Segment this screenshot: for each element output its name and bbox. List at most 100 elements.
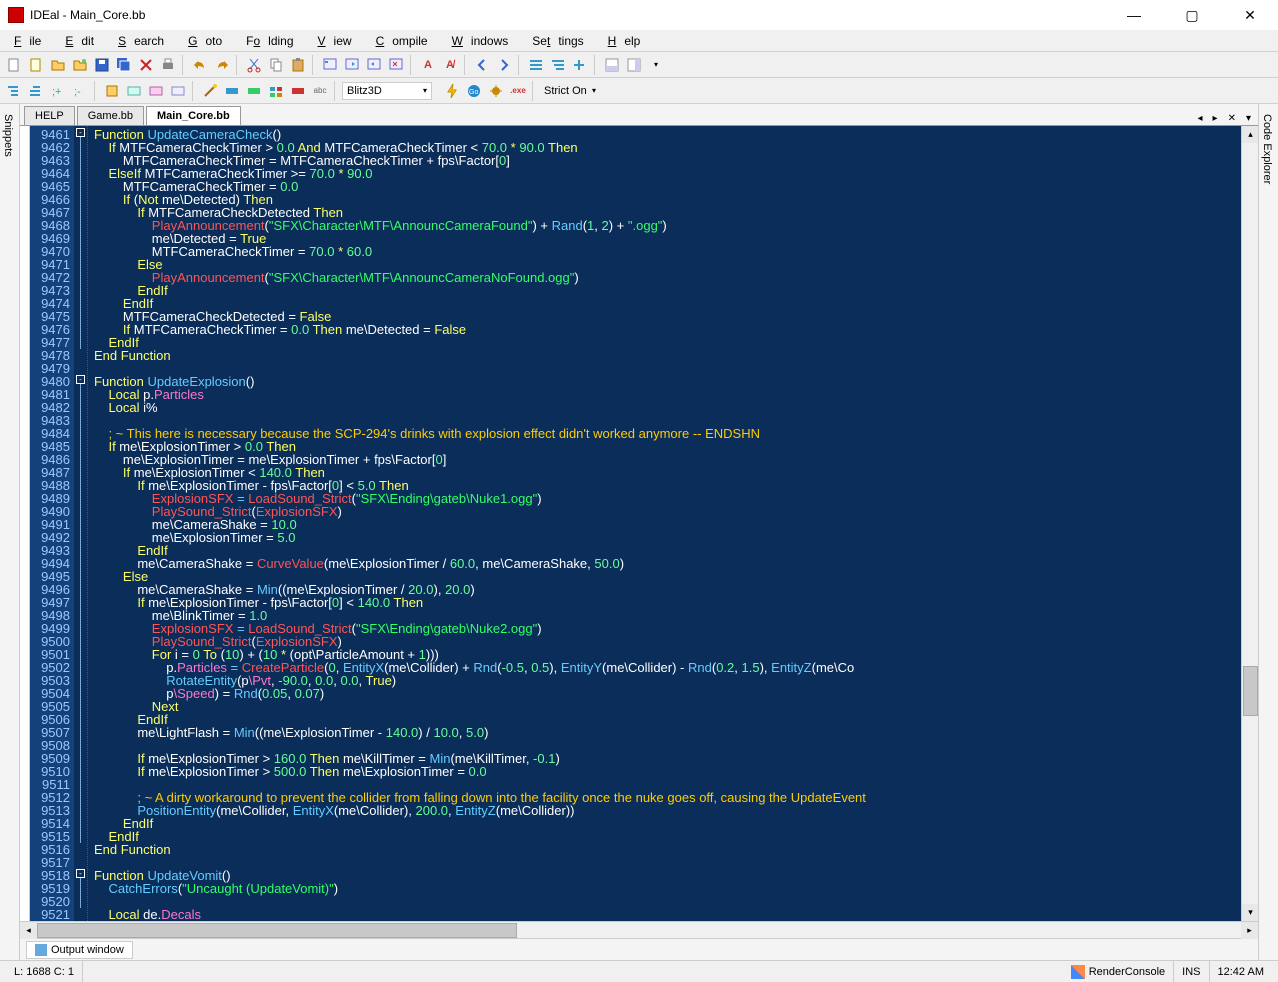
line-number-gutter: 9461 9462 9463 9464 9465 9466 9467 9468 … <box>30 126 74 921</box>
menu-file[interactable]: File <box>6 32 57 50</box>
unfold-all-icon[interactable] <box>548 55 568 75</box>
status-insert-mode: INS <box>1174 961 1209 982</box>
proc-icon <box>1071 965 1085 979</box>
compiler-select[interactable]: Blitz3D ▾ <box>342 82 432 100</box>
tab-help[interactable]: HELP <box>24 106 75 125</box>
keyword-blue-icon[interactable] <box>222 81 242 101</box>
tab-game[interactable]: Game.bb <box>77 106 144 125</box>
undo-icon[interactable] <box>190 55 210 75</box>
scroll-down-icon[interactable]: ▾ <box>1242 904 1258 921</box>
chevron-down-icon: ▾ <box>423 86 427 95</box>
fold-toggle-box[interactable]: - <box>76 128 85 137</box>
menu-bar: File Edit Search Goto Folding View Compi… <box>0 30 1278 52</box>
menu-folding[interactable]: Folding <box>238 32 309 50</box>
panel-side-icon[interactable] <box>624 55 644 75</box>
menu-settings[interactable]: Settings <box>524 32 599 50</box>
menu-goto[interactable]: Goto <box>180 32 238 50</box>
output-panel-icon <box>35 944 47 956</box>
vertical-scrollbar[interactable]: ▴ ▾ <box>1241 126 1258 921</box>
bookmark-toggle-icon[interactable] <box>320 55 340 75</box>
close-button[interactable]: ✕ <box>1230 3 1270 27</box>
tab-close-icon[interactable]: ✕ <box>1225 112 1239 125</box>
code-editor[interactable]: 9461 9462 9463 9464 9465 9466 9467 9468 … <box>20 126 1258 921</box>
debug-icon[interactable] <box>486 81 506 101</box>
compiler-select-label: Blitz3D <box>347 85 382 97</box>
redo-icon[interactable] <box>212 55 232 75</box>
exe-icon[interactable]: .exe <box>508 81 528 101</box>
svg-text:Go: Go <box>469 89 478 96</box>
tab-next-icon[interactable]: ▸ <box>1210 112 1221 125</box>
tab-prev-icon[interactable]: ◂ <box>1195 112 1206 125</box>
indent-icon[interactable] <box>4 81 24 101</box>
save-all-icon[interactable] <box>114 55 134 75</box>
paste-icon[interactable] <box>288 55 308 75</box>
block-4-icon[interactable] <box>168 81 188 101</box>
bookmark-next-icon[interactable] <box>342 55 362 75</box>
new-file-icon[interactable] <box>4 55 24 75</box>
menu-windows[interactable]: Windows <box>444 32 525 50</box>
side-panel-right[interactable]: Code Explorer <box>1258 104 1278 960</box>
fold-column[interactable]: - - - <box>74 126 88 921</box>
new-project-icon[interactable] <box>26 55 46 75</box>
print-icon[interactable] <box>158 55 178 75</box>
bookmark-clear-icon[interactable] <box>386 55 406 75</box>
find-icon[interactable]: A <box>418 55 438 75</box>
fold-toggle-box[interactable]: - <box>76 375 85 384</box>
keyword-green-icon[interactable] <box>244 81 264 101</box>
block-1-icon[interactable] <box>102 81 122 101</box>
vscroll-thumb[interactable] <box>1243 666 1258 716</box>
keyword-local-icon[interactable] <box>288 81 308 101</box>
hscroll-thumb[interactable] <box>37 923 517 938</box>
bookmark-prev-icon[interactable] <box>364 55 384 75</box>
menu-view[interactable]: View <box>310 32 368 50</box>
fold-toggle-box[interactable]: - <box>76 869 85 878</box>
panel-arrow-icon[interactable]: ▾ <box>646 55 666 75</box>
scroll-right-icon[interactable]: ▸ <box>1241 922 1258 939</box>
menu-edit[interactable]: Edit <box>57 32 110 50</box>
comment-icon[interactable]: ;+ <box>48 81 68 101</box>
open-project-icon[interactable] <box>70 55 90 75</box>
jump-prev-icon[interactable] <box>472 55 492 75</box>
title-bar: IDEal - Main_Core.bb — ▢ ✕ <box>0 0 1278 30</box>
copy-icon[interactable] <box>266 55 286 75</box>
fold-all-icon[interactable] <box>526 55 546 75</box>
side-panel-left[interactable]: Snippets <box>0 104 20 960</box>
code-body[interactable]: Function UpdateCameraCheck() If MTFCamer… <box>88 126 1241 921</box>
jump-next-icon[interactable] <box>494 55 514 75</box>
replace-icon[interactable]: A̸ <box>440 55 460 75</box>
maximize-button[interactable]: ▢ <box>1172 3 1212 27</box>
open-icon[interactable] <box>48 55 68 75</box>
output-window-label: Output window <box>51 944 124 956</box>
minimize-button[interactable]: — <box>1114 3 1154 27</box>
cut-icon[interactable] <box>244 55 264 75</box>
strict-toggle[interactable]: Strict On ▾ <box>540 82 600 100</box>
horizontal-scrollbar[interactable]: ◂ ▸ <box>20 921 1258 938</box>
panel-output-icon[interactable] <box>602 55 622 75</box>
tab-main-core[interactable]: Main_Core.bb <box>146 106 241 125</box>
scroll-up-icon[interactable]: ▴ <box>1242 126 1258 143</box>
save-icon[interactable] <box>92 55 112 75</box>
run-lightning-icon[interactable] <box>442 81 462 101</box>
keyword-abc-icon[interactable]: abc <box>310 81 330 101</box>
tab-list-icon[interactable]: ▾ <box>1243 112 1254 125</box>
wand-icon[interactable] <box>200 81 220 101</box>
close-file-icon[interactable] <box>136 55 156 75</box>
keyword-types-icon[interactable] <box>266 81 286 101</box>
run-go-icon[interactable]: Go <box>464 81 484 101</box>
outdent-icon[interactable] <box>26 81 46 101</box>
uncomment-icon[interactable]: ;- <box>70 81 90 101</box>
status-clock: 12:42 AM <box>1210 961 1272 982</box>
menu-help[interactable]: Help <box>600 32 657 50</box>
app-icon <box>8 7 24 23</box>
svg-text:;+: ;+ <box>52 86 61 98</box>
output-window-tab[interactable]: Output window <box>26 941 133 959</box>
editor-tabs: HELP Game.bb Main_Core.bb ◂ ▸ ✕ ▾ <box>20 104 1258 126</box>
scroll-left-icon[interactable]: ◂ <box>20 922 37 939</box>
block-3-icon[interactable] <box>146 81 166 101</box>
window-controls: — ▢ ✕ <box>1114 3 1270 27</box>
status-current-proc: RenderConsole <box>1063 961 1174 982</box>
block-2-icon[interactable] <box>124 81 144 101</box>
menu-search[interactable]: Search <box>110 32 180 50</box>
fold-toggle-icon[interactable] <box>570 55 590 75</box>
menu-compile[interactable]: Compile <box>368 32 444 50</box>
